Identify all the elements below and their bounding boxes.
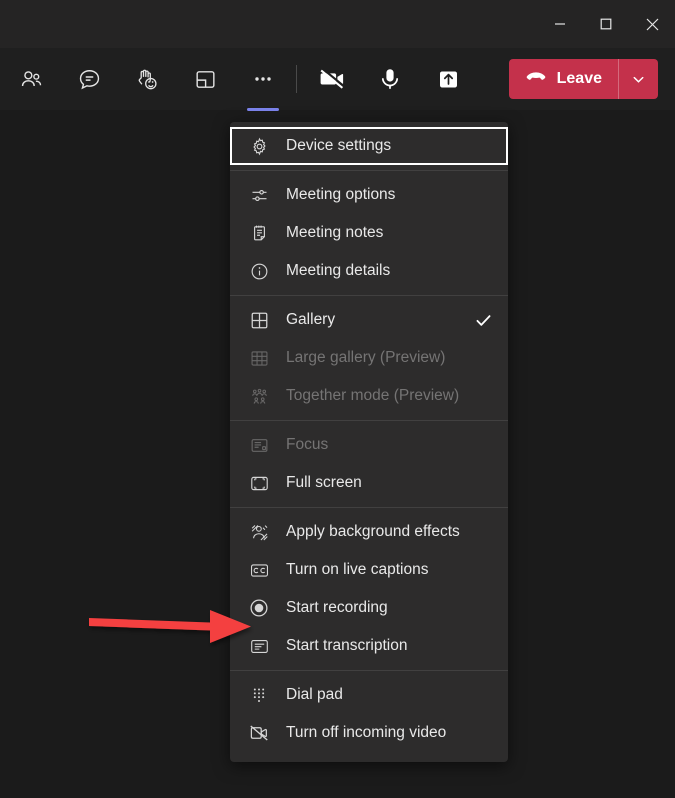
menu-item-label: Apply background effects (286, 523, 460, 540)
sliders-icon (246, 183, 272, 207)
menu-item-label: Gallery (286, 311, 336, 328)
toolbar-divider (296, 65, 297, 93)
meeting-toolbar: Leave (0, 48, 675, 111)
menu-section: Meeting options Meeting notes Meeting deta… (230, 171, 508, 295)
menu-item-label: Dial pad (286, 686, 343, 703)
transcription-icon (246, 634, 272, 658)
microphone-icon[interactable] (367, 56, 413, 102)
menu-item-start-transcription[interactable]: Start transcription (230, 627, 508, 665)
menu-section: Dial pad Turn off incoming video (230, 671, 508, 757)
hangup-icon (524, 65, 548, 94)
leave-button-main[interactable]: Leave (509, 59, 618, 99)
arrow-annotation (86, 601, 254, 649)
menu-item-label: Meeting options (286, 186, 396, 203)
teams-meeting-window: Leave Device settings Meeting options Meet… (0, 0, 675, 798)
more-actions-menu: Device settings Meeting options Meeting no… (230, 122, 508, 762)
gallery-icon (246, 308, 272, 332)
record-icon (246, 596, 272, 620)
menu-item-device-settings[interactable]: Device settings (230, 127, 508, 165)
closed-captions-icon (246, 558, 272, 582)
raise-hand-reactions-icon[interactable] (124, 56, 170, 102)
menu-item-together-mode-preview: Together mode (Preview) (230, 377, 508, 415)
full-screen-icon (246, 471, 272, 495)
menu-item-meeting-details[interactable]: Meeting details (230, 252, 508, 290)
background-effects-icon (246, 520, 272, 544)
menu-item-label: Together mode (Preview) (286, 387, 460, 404)
menu-section: Device settings (230, 122, 508, 170)
menu-item-label: Start recording (286, 599, 388, 616)
info-icon (246, 259, 272, 283)
chevron-down-icon[interactable] (619, 59, 658, 99)
together-mode-icon (246, 384, 272, 408)
menu-item-dial-pad[interactable]: Dial pad (230, 676, 508, 714)
share-screen-icon[interactable] (182, 56, 228, 102)
menu-item-apply-background-effects[interactable]: Apply background effects (230, 513, 508, 551)
chat-icon[interactable] (66, 56, 112, 102)
dial-pad-icon (246, 683, 272, 707)
menu-section: Apply background effects Turn on live cap… (230, 508, 508, 670)
menu-item-meeting-notes[interactable]: Meeting notes (230, 214, 508, 252)
menu-item-label: Turn off incoming video (286, 724, 447, 741)
camera-off-icon[interactable] (309, 56, 355, 102)
menu-item-meeting-options[interactable]: Meeting options (230, 176, 508, 214)
share-tray-icon[interactable] (425, 56, 471, 102)
menu-item-gallery[interactable]: Gallery (230, 301, 508, 339)
menu-section: Focus Full screen (230, 421, 508, 507)
menu-item-label: Large gallery (Preview) (286, 349, 446, 366)
people-icon[interactable] (8, 56, 54, 102)
menu-item-large-gallery-preview: Large gallery (Preview) (230, 339, 508, 377)
menu-item-label: Turn on live captions (286, 561, 429, 578)
active-tab-underline (247, 108, 279, 111)
menu-item-label: Device settings (286, 137, 392, 154)
minimize-icon[interactable] (537, 0, 583, 48)
more-options-icon[interactable] (240, 56, 286, 111)
incoming-video-off-icon (246, 721, 272, 745)
focus-icon (246, 433, 272, 457)
large-gallery-icon (246, 346, 272, 370)
menu-item-focus: Focus (230, 426, 508, 464)
menu-item-label: Meeting notes (286, 224, 384, 241)
menu-item-turn-off-incoming-video[interactable]: Turn off incoming video (230, 714, 508, 752)
gear-icon (246, 134, 272, 158)
menu-item-turn-on-live-captions[interactable]: Turn on live captions (230, 551, 508, 589)
menu-item-label: Full screen (286, 474, 362, 491)
menu-section: Gallery Large gallery (Preview) Together m… (230, 296, 508, 420)
menu-item-label: Focus (286, 436, 329, 453)
leave-button-label: Leave (556, 70, 602, 87)
menu-item-label: Meeting details (286, 262, 391, 279)
notes-icon (246, 221, 272, 245)
close-icon[interactable] (629, 0, 675, 48)
menu-item-label: Start transcription (286, 637, 408, 654)
menu-item-start-recording[interactable]: Start recording (230, 589, 508, 627)
leave-button[interactable]: Leave (508, 59, 658, 99)
check-icon (472, 311, 494, 330)
window-title-bar (0, 0, 675, 48)
menu-item-full-screen[interactable]: Full screen (230, 464, 508, 502)
maximize-icon[interactable] (583, 0, 629, 48)
